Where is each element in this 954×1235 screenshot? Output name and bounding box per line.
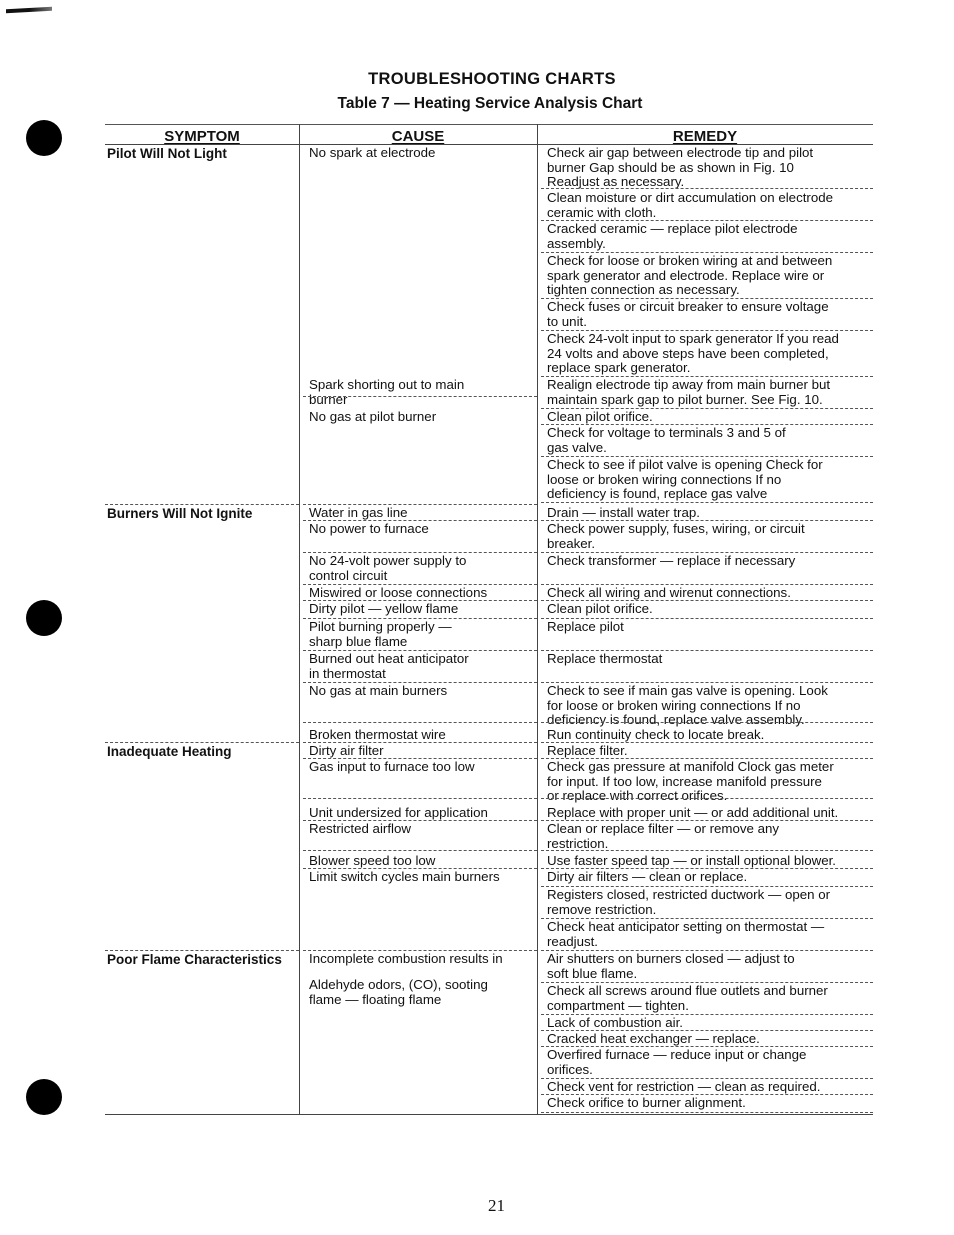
column-divider-cause-remedy <box>537 124 538 1114</box>
symptom-row-rule <box>105 950 299 951</box>
remedy-cell: Check orifice to burner alignment. <box>547 1095 746 1110</box>
remedy-cell: Check vent for restriction — clean as re… <box>547 1079 821 1094</box>
remedy-cell: Air shutters on burners closed — adjust … <box>547 951 795 981</box>
remedy-cell: Clean pilot orifice. <box>547 409 653 424</box>
remedy-cell: Check 24-volt input to spark generator I… <box>547 331 839 376</box>
remedy-cell: Check transformer — replace if necessary <box>547 553 796 568</box>
binder-hole-middle <box>26 600 62 636</box>
cause-cell: Broken thermostat wire <box>309 727 446 742</box>
remedy-cell: Clean pilot orifice. <box>547 601 653 616</box>
header-cause: CAUSE <box>391 128 445 145</box>
cause-cell: Gas input to furnace too low <box>309 759 475 774</box>
remedy-cell: Check to see if pilot valve is opening C… <box>547 457 823 502</box>
header-remedy: REMEDY <box>672 128 738 145</box>
cause-row-rule <box>303 722 537 723</box>
cause-cell: No spark at electrode <box>309 145 436 160</box>
remedy-cell: Clean or replace filter — or remove any … <box>547 821 780 851</box>
remedy-cell: Check air gap between electrode tip and … <box>547 145 814 190</box>
remedy-cell: Check for loose or broken wiring at and … <box>547 253 833 298</box>
cause-cell: Spark shorting out to main burner <box>309 377 465 407</box>
cause-cell: Miswired or loose connections <box>309 585 488 600</box>
remedy-cell: Check fuses or circuit breaker to ensure… <box>547 299 829 329</box>
remedy-row-rule <box>541 850 873 851</box>
cause-cell: Limit switch cycles main burners <box>309 869 500 884</box>
cause-cell: Blower speed too low <box>309 853 436 868</box>
cause-cell: No power to furnace <box>309 521 429 536</box>
remedy-cell: Replace filter. <box>547 743 628 758</box>
remedy-cell: Check all wiring and wirenut connections… <box>547 585 791 600</box>
remedy-cell: Dirty air filters — clean or replace. <box>547 869 748 884</box>
cause-cell: Unit undersized for application <box>309 805 488 820</box>
cause-cell: Dirty pilot — yellow flame <box>309 601 459 616</box>
page-title: TROUBLESHOOTING CHARTS <box>368 70 616 88</box>
header-rule <box>105 144 299 145</box>
cause-cell: No gas at main burners <box>309 683 448 698</box>
symptom-label: Pilot Will Not Light <box>107 146 227 161</box>
symptom-label: Burners Will Not Ignite <box>107 506 253 521</box>
symptom-row-rule <box>105 504 299 505</box>
cause-cell: Aldehyde odors, (CO), sooting flame — fl… <box>309 977 488 1007</box>
remedy-cell: Realign electrode tip away from main bur… <box>547 377 831 407</box>
remedy-row-rule <box>541 1112 873 1113</box>
remedy-cell: Cracked ceramic — replace pilot electrod… <box>547 221 798 251</box>
cause-cell: Dirty air filter <box>309 743 384 758</box>
column-divider-symptom-cause <box>299 124 300 1114</box>
remedy-cell: Check power supply, fuses, wiring, or ci… <box>547 521 805 551</box>
cause-row-rule <box>303 850 537 851</box>
cause-cell: No gas at pilot burner <box>309 409 437 424</box>
remedy-row-rule <box>541 722 873 723</box>
scan-corner-mark <box>6 6 52 14</box>
remedy-cell: Drain — install water trap. <box>547 505 700 520</box>
remedy-cell: Replace thermostat <box>547 651 663 666</box>
remedy-cell: Replace pilot <box>547 619 624 634</box>
cause-cell: Water in gas line <box>309 505 408 520</box>
remedy-cell: Check for voltage to terminals 3 and 5 o… <box>547 425 786 455</box>
binder-hole-top <box>26 120 62 156</box>
remedy-cell: Overfired furnace — reduce input or chan… <box>547 1047 807 1077</box>
header-symptom: SYMPTOM <box>164 128 240 145</box>
remedy-row-rule <box>541 502 873 503</box>
table-top-rule <box>105 124 873 125</box>
page-number: 21 <box>488 1196 505 1215</box>
table-caption: Table 7 — Heating Service Analysis Chart <box>337 95 643 112</box>
cause-cell: Burned out heat anticipator in thermosta… <box>309 651 469 681</box>
remedy-cell: Lack of combustion air. <box>547 1015 683 1030</box>
cause-cell: Incomplete combustion results in <box>309 951 503 966</box>
remedy-cell: Cracked heat exchanger — replace. <box>547 1031 760 1046</box>
remedy-cell: Replace with proper unit — or add additi… <box>547 805 839 820</box>
symptom-row-rule <box>105 742 299 743</box>
cause-cell: No 24-volt power supply to control circu… <box>309 553 467 583</box>
symptom-label: Poor Flame Characteristics <box>107 952 282 967</box>
remedy-row-rule <box>541 798 873 799</box>
cause-row-rule <box>303 396 537 397</box>
remedy-cell: Check heat anticipator setting on thermo… <box>547 919 825 949</box>
remedy-row-rule <box>541 188 873 189</box>
cause-cell: Pilot burning properly — sharp blue flam… <box>309 619 452 649</box>
remedy-cell: Clean moisture or dirt accumulation on e… <box>547 190 834 220</box>
cause-cell: Restricted airflow <box>309 821 411 836</box>
remedy-cell: Run continuity check to locate break. <box>547 727 765 742</box>
binder-hole-bottom <box>26 1079 62 1115</box>
remedy-cell: Registers closed, restricted ductwork — … <box>547 887 831 917</box>
remedy-cell: Check all screws around flue outlets and… <box>547 983 828 1013</box>
remedy-cell: Use faster speed tap — or install option… <box>547 853 836 868</box>
table-bottom-rule <box>105 1114 873 1115</box>
cause-row-rule <box>303 798 537 799</box>
symptom-label: Inadequate Heating <box>107 744 232 759</box>
